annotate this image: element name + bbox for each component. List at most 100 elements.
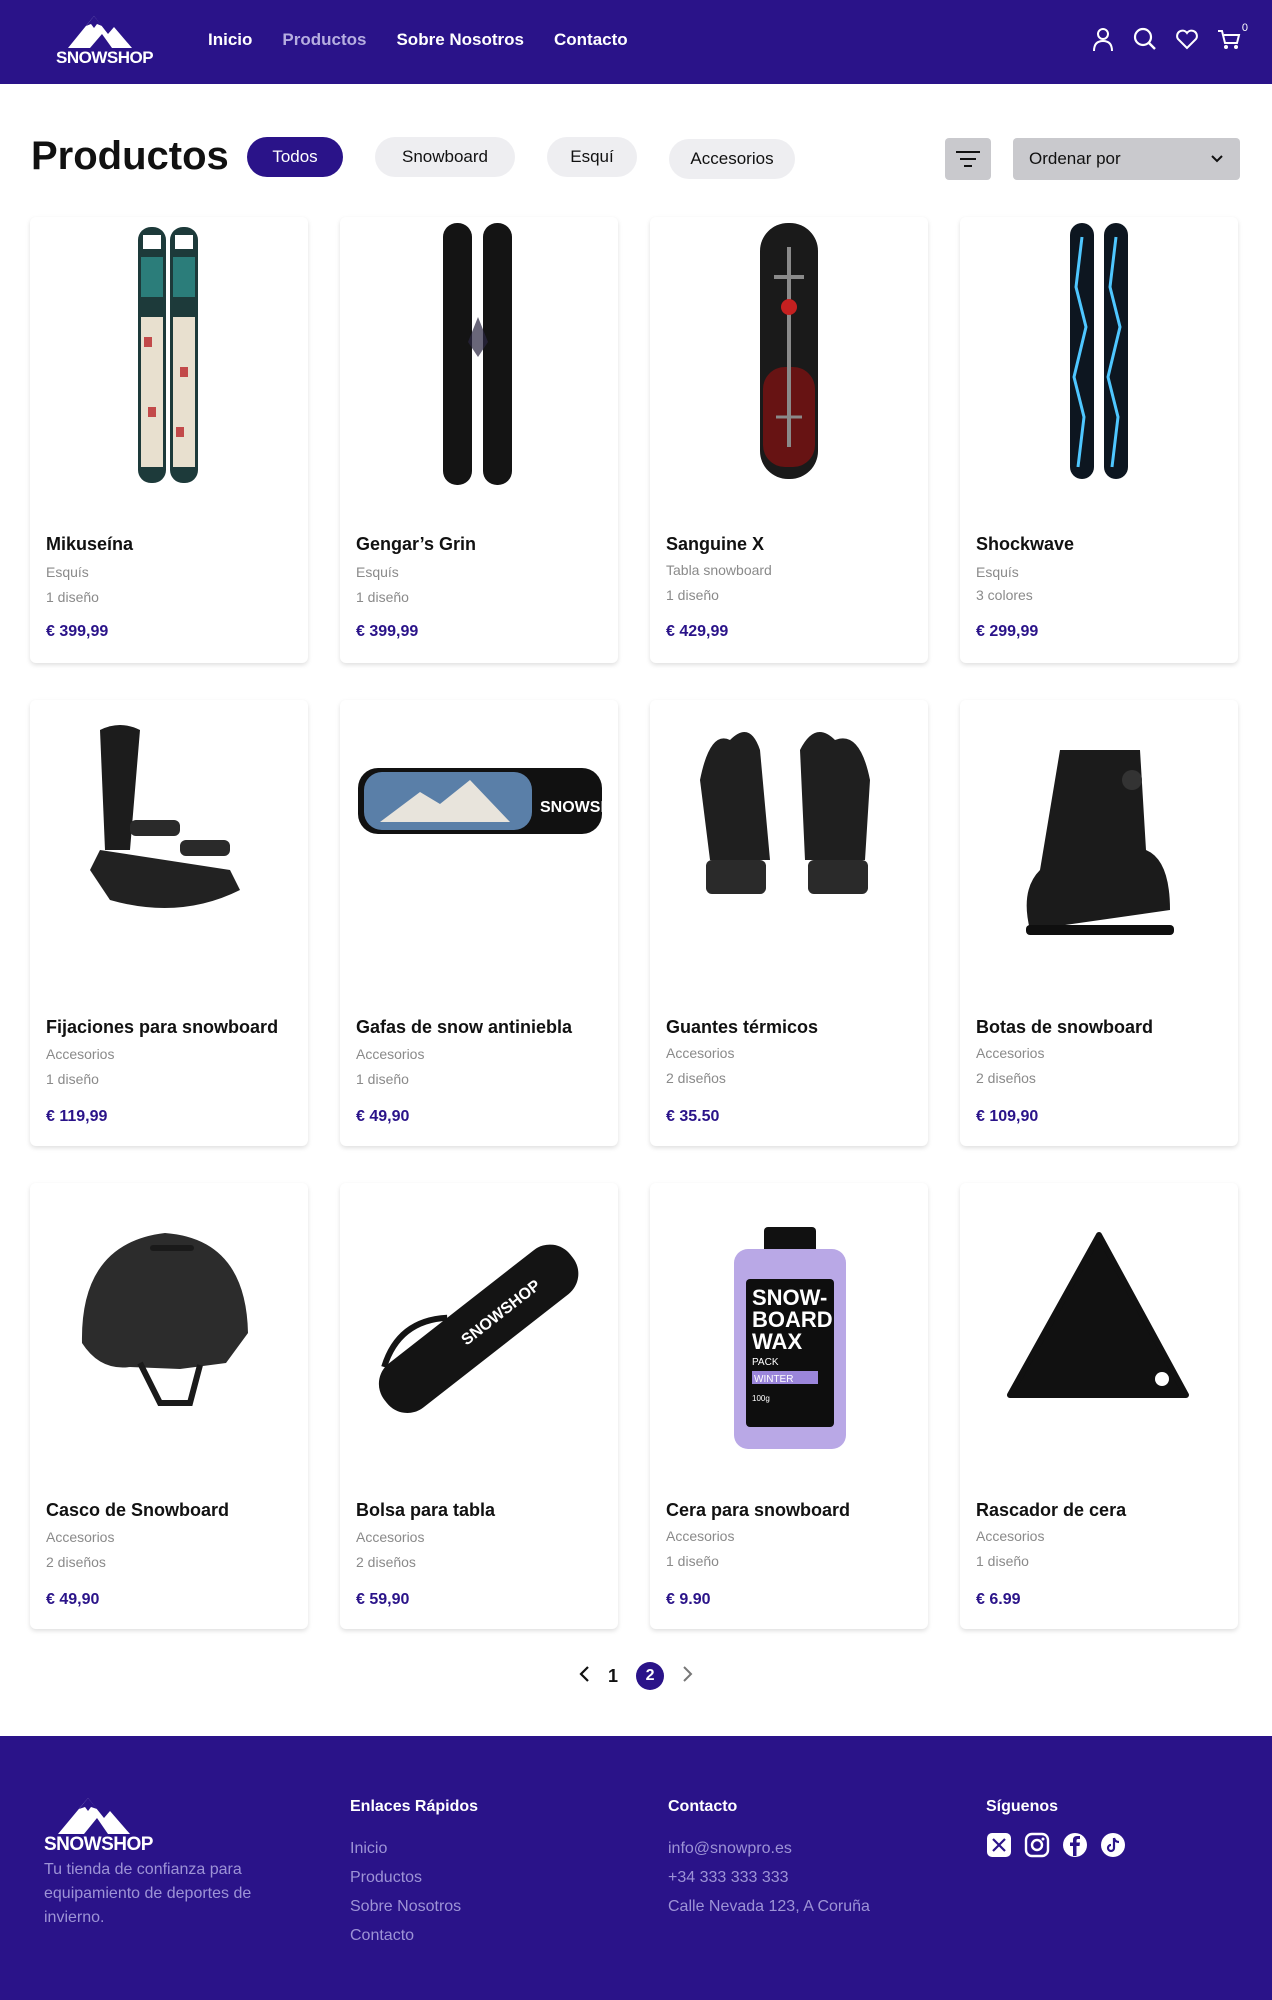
anime-skis-image [30, 217, 308, 507]
product-category: Accesorios [46, 1529, 115, 1545]
binding-image [30, 700, 308, 990]
product-variants: 1 diseño [356, 1071, 409, 1087]
product-card[interactable]: Sanguine X Tabla snowboard 1 diseño € 42… [650, 217, 928, 663]
product-category: Accesorios [976, 1528, 1045, 1544]
footer-tagline: Tu tienda de confianza para equipamiento… [44, 1861, 252, 1926]
filter-button[interactable] [945, 138, 991, 180]
cart-icon[interactable]: 0 [1216, 22, 1248, 52]
footer-link-productos[interactable]: Productos [350, 1863, 478, 1892]
site-footer: SNOWSHOP Tu tienda de confianza para equ… [0, 1736, 1272, 2000]
footer-phone: +34 333 333 333 [668, 1869, 789, 1886]
product-variants: 1 diseño [46, 1071, 99, 1087]
wax-scraper-image [960, 1183, 1238, 1473]
pagination: 1 2 [578, 1662, 694, 1690]
wax-label-line-3: WAX [752, 1329, 802, 1354]
footer-address: Calle Nevada 123, A Coruña [668, 1898, 870, 1915]
user-icon[interactable] [1090, 26, 1116, 52]
product-card[interactable]: SNOWSHOP Bolsa para tabla Accesorios 2 d… [340, 1183, 618, 1629]
product-card[interactable]: Shockwave Esquís 3 colores € 299,99 [960, 217, 1238, 663]
site-header: SNOWSHOP Inicio Productos Sobre Nosotros… [0, 0, 1272, 84]
footer-brand-name: SNOWSHOP [44, 1834, 153, 1855]
helmet-image [30, 1183, 308, 1473]
x-icon[interactable] [986, 1832, 1012, 1858]
product-category: Esquís [356, 564, 399, 580]
product-card[interactable]: SNOW- BOARD WAX PACK WINTER 100g Cera pa… [650, 1183, 928, 1629]
product-category: Tabla snowboard [666, 562, 772, 578]
goggles-strap-text: SNOWSHOP [540, 799, 618, 816]
nav-contacto[interactable]: Contacto [554, 30, 628, 50]
product-price: € 299,99 [976, 623, 1039, 640]
chevron-left-icon[interactable] [578, 1665, 590, 1688]
heart-icon[interactable] [1174, 26, 1200, 52]
product-name: Sanguine X [666, 534, 765, 554]
product-name: Mikuseína [46, 534, 134, 554]
footer-social: Síguenos [986, 1798, 1126, 1858]
mountain-logo-icon [58, 1798, 130, 1834]
product-price: € 49,90 [46, 1591, 100, 1608]
nav-inicio[interactable]: Inicio [208, 30, 252, 50]
product-card[interactable]: Mikuseína Esquís 1 diseño € 399,99 [30, 217, 308, 663]
product-variants: 2 diseños [976, 1070, 1036, 1086]
product-variants: 2 diseños [46, 1554, 106, 1570]
product-name: Fijaciones para snowboard [46, 1017, 279, 1037]
filter-todos[interactable]: Todos [247, 137, 343, 177]
product-price: € 9.90 [666, 1591, 711, 1608]
product-price: € 35.50 [666, 1108, 720, 1125]
filter-esqui[interactable]: Esquí [547, 137, 637, 177]
product-price: € 59,90 [356, 1591, 410, 1608]
product-card[interactable]: Fijaciones para snowboard Accesorios 1 d… [30, 700, 308, 1146]
product-price: € 119,99 [46, 1108, 108, 1125]
red-snowboard-image [650, 217, 928, 507]
brand-logo[interactable]: SNOWSHOP [56, 14, 154, 70]
page-1[interactable]: 1 [608, 1666, 618, 1687]
product-variants: 3 colores [976, 587, 1033, 603]
product-name: Gafas de snow antiniebla [356, 1017, 573, 1037]
gloves-image [650, 700, 928, 990]
product-card[interactable]: Rascador de cera Accesorios 1 diseño € 6… [960, 1183, 1238, 1629]
product-card[interactable]: Casco de Snowboard Accesorios 2 diseños … [30, 1183, 308, 1629]
product-name: Shockwave [976, 534, 1075, 554]
product-price: € 6.99 [976, 1591, 1021, 1608]
wax-label-line-4: PACK [752, 1357, 779, 1368]
product-variants: 1 diseño [46, 589, 99, 605]
nav-productos[interactable]: Productos [282, 30, 366, 50]
footer-link-sobre-nosotros[interactable]: Sobre Nosotros [350, 1892, 478, 1921]
product-price: € 399,99 [356, 623, 419, 640]
filter-snowboard[interactable]: Snowboard [375, 137, 515, 177]
product-price: € 49,90 [356, 1108, 410, 1125]
footer-contact-title: Contacto [668, 1798, 738, 1815]
footer-social-title: Síguenos [986, 1798, 1059, 1815]
product-card[interactable]: Gengar’s Grin Esquís 1 diseño € 399,99 [340, 217, 618, 663]
tiktok-icon[interactable] [1100, 1832, 1126, 1858]
header-actions: 0 [1090, 22, 1248, 52]
product-category: Esquís [46, 564, 89, 580]
wax-bottle-image: SNOW- BOARD WAX PACK WINTER 100g [650, 1183, 928, 1473]
goggles-image: SNOWSHOP [340, 700, 618, 990]
product-card[interactable]: Guantes térmicos Accesorios 2 diseños € … [650, 700, 928, 1146]
nav-sobre-nosotros[interactable]: Sobre Nosotros [396, 30, 524, 50]
product-category: Accesorios [46, 1046, 115, 1062]
search-icon[interactable] [1132, 26, 1158, 52]
footer-link-inicio[interactable]: Inicio [350, 1834, 478, 1863]
footer-logo[interactable]: SNOWSHOP [44, 1796, 153, 1856]
product-card[interactable]: Botas de snowboard Accesorios 2 diseños … [960, 700, 1238, 1146]
cart-count-badge: 0 [1241, 22, 1248, 34]
product-category: Accesorios [666, 1045, 735, 1061]
product-variants: 2 diseños [356, 1554, 416, 1570]
footer-email[interactable]: info@snowpro.es [668, 1834, 870, 1863]
product-name: Rascador de cera [976, 1500, 1127, 1520]
wax-label-line-5: WINTER [754, 1374, 793, 1385]
product-category: Accesorios [356, 1046, 425, 1062]
sort-dropdown[interactable]: Ordenar por [1013, 138, 1240, 180]
product-variants: 1 diseño [356, 589, 409, 605]
filter-accesorios[interactable]: Accesorios [669, 139, 795, 179]
product-price: € 109,90 [976, 1108, 1039, 1125]
instagram-icon[interactable] [1024, 1832, 1050, 1858]
page-2[interactable]: 2 [636, 1662, 665, 1690]
product-card[interactable]: SNOWSHOP Gafas de snow antiniebla Acceso… [340, 700, 618, 1146]
footer-link-contacto[interactable]: Contacto [350, 1921, 478, 1950]
sort-label: Ordenar por [1029, 149, 1121, 168]
facebook-icon[interactable] [1062, 1832, 1088, 1858]
product-price: € 399,99 [46, 623, 109, 640]
chevron-right-icon[interactable] [682, 1665, 694, 1688]
